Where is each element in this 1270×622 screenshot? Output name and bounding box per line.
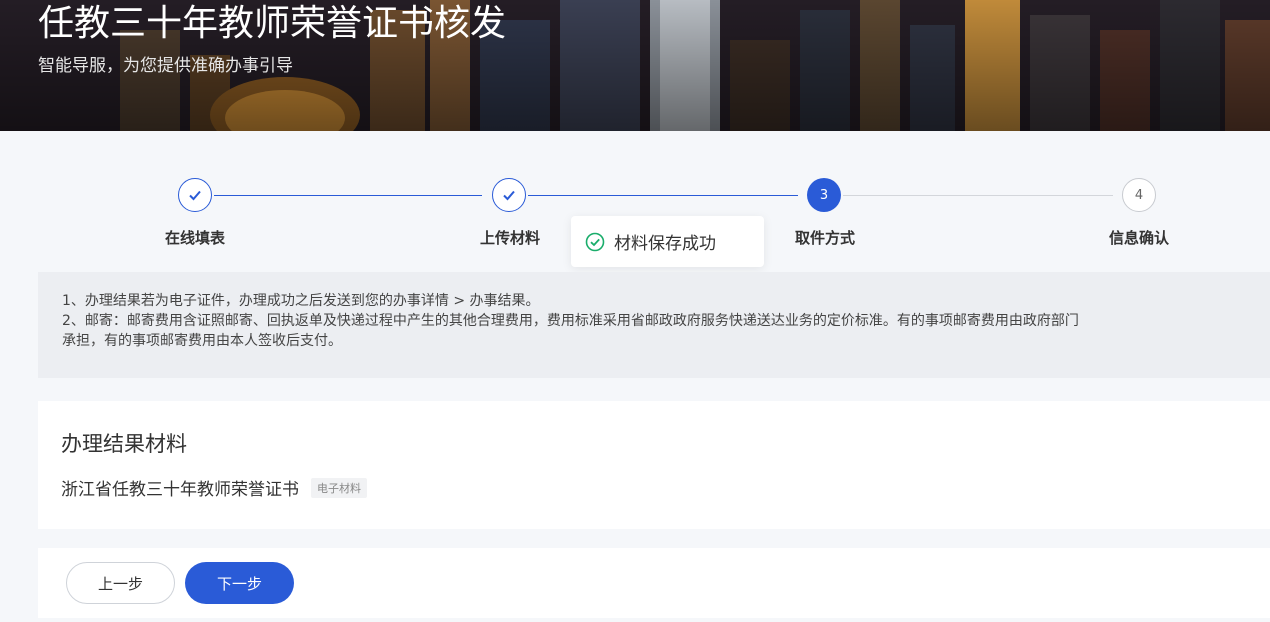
notice-line: 2、邮寄：邮寄费用含证照邮寄、回执返单及快递过程中产生的其他合理费用，费用标准采… bbox=[62, 313, 1079, 329]
page-subtitle: 智能导服，为您提供准确办事引导 bbox=[38, 56, 293, 76]
result-materials-card: 办理结果材料 浙江省任教三十年教师荣誉证书 电子材料 bbox=[38, 401, 1270, 529]
step-3-indicator: 3 bbox=[807, 178, 841, 212]
success-toast: 材料保存成功 bbox=[571, 216, 764, 267]
prev-step-button[interactable]: 上一步 bbox=[66, 562, 175, 604]
notice-line: 1、办理结果若为电子证件，办理成功之后发送到您的办事详情 > 办事结果。 bbox=[62, 293, 540, 309]
page-title: 任教三十年教师荣誉证书核发 bbox=[38, 3, 507, 44]
notice-box: 1、办理结果若为电子证件，办理成功之后发送到您的办事详情 > 办事结果。 2、邮… bbox=[38, 272, 1270, 378]
result-item-name: 浙江省任教三十年教师荣誉证书 bbox=[61, 480, 299, 500]
check-circle-icon bbox=[585, 232, 605, 252]
step-2-label: 上传材料 bbox=[479, 229, 541, 247]
step-4-indicator: 4 bbox=[1122, 178, 1156, 212]
step-connector bbox=[214, 195, 482, 196]
notice-line: 承担，有的事项邮寄费用由本人签收后支付。 bbox=[62, 333, 342, 349]
result-item: 浙江省任教三十年教师荣誉证书 电子材料 bbox=[61, 475, 367, 500]
step-connector bbox=[843, 195, 1113, 196]
step-2-indicator bbox=[492, 178, 526, 212]
action-bar: 上一步 下一步 bbox=[38, 548, 1270, 618]
check-icon bbox=[503, 190, 515, 201]
step-1-label: 在线填表 bbox=[164, 229, 226, 247]
check-icon bbox=[189, 190, 201, 201]
header-banner: 任教三十年教师荣誉证书核发 智能导服，为您提供准确办事引导 bbox=[0, 0, 1270, 131]
section-title: 办理结果材料 bbox=[61, 432, 187, 456]
step-3-label: 取件方式 bbox=[794, 229, 856, 247]
next-step-button[interactable]: 下一步 bbox=[185, 562, 294, 604]
step-connector bbox=[528, 195, 798, 196]
toast-message: 材料保存成功 bbox=[614, 234, 716, 254]
step-1-indicator bbox=[178, 178, 212, 212]
step-4-label: 信息确认 bbox=[1108, 229, 1170, 247]
result-item-tag: 电子材料 bbox=[311, 477, 367, 498]
